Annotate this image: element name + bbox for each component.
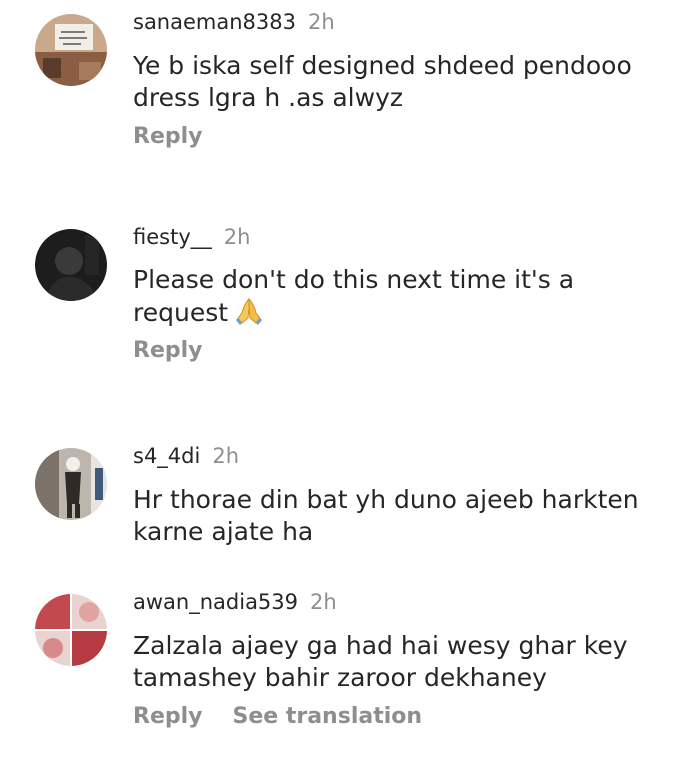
- username[interactable]: awan_nadia539: [133, 590, 298, 614]
- avatar[interactable]: [35, 229, 107, 301]
- avatar[interactable]: [35, 14, 107, 86]
- timestamp: 2h: [310, 590, 337, 614]
- comment-text: Ye b iska self designed shdeed pendooo d…: [133, 51, 632, 112]
- avatar[interactable]: [35, 448, 107, 520]
- timestamp: 2h: [223, 225, 251, 249]
- timestamp: 2h: [212, 444, 239, 468]
- comment-meta: awan_nadia539 2h: [133, 590, 337, 614]
- reply-button[interactable]: Reply: [133, 124, 203, 149]
- username[interactable]: fiesty__: [133, 225, 212, 249]
- username[interactable]: sanaeman8383: [133, 10, 296, 34]
- comment-text: Zalzala ajaey ga had hai wesy ghar key t…: [133, 631, 628, 692]
- comment-text: Hr thorae din bat yh duno ajeeb harkten …: [133, 485, 639, 546]
- comment-meta: fiesty__ 2h: [133, 225, 250, 249]
- reply-button[interactable]: Reply: [133, 704, 203, 729]
- timestamp: 2h: [308, 10, 335, 34]
- comment-actions: Reply: [133, 338, 203, 363]
- comment-text-body: Please don't do this next time it's a re…: [133, 265, 575, 327]
- reply-button[interactable]: Reply: [133, 338, 203, 363]
- avatar[interactable]: [35, 594, 107, 666]
- username[interactable]: s4_4di: [133, 444, 200, 468]
- folded-hands-icon: [234, 296, 264, 326]
- see-translation-button[interactable]: See translation: [233, 704, 423, 729]
- comment-meta: sanaeman8383 2h: [133, 10, 335, 34]
- comment-text: Please don't do this next time it's a re…: [133, 264, 663, 329]
- comment-meta: s4_4di 2h: [133, 444, 239, 468]
- comment-actions: Reply See translation: [133, 704, 422, 729]
- comment-actions: Reply: [133, 124, 203, 149]
